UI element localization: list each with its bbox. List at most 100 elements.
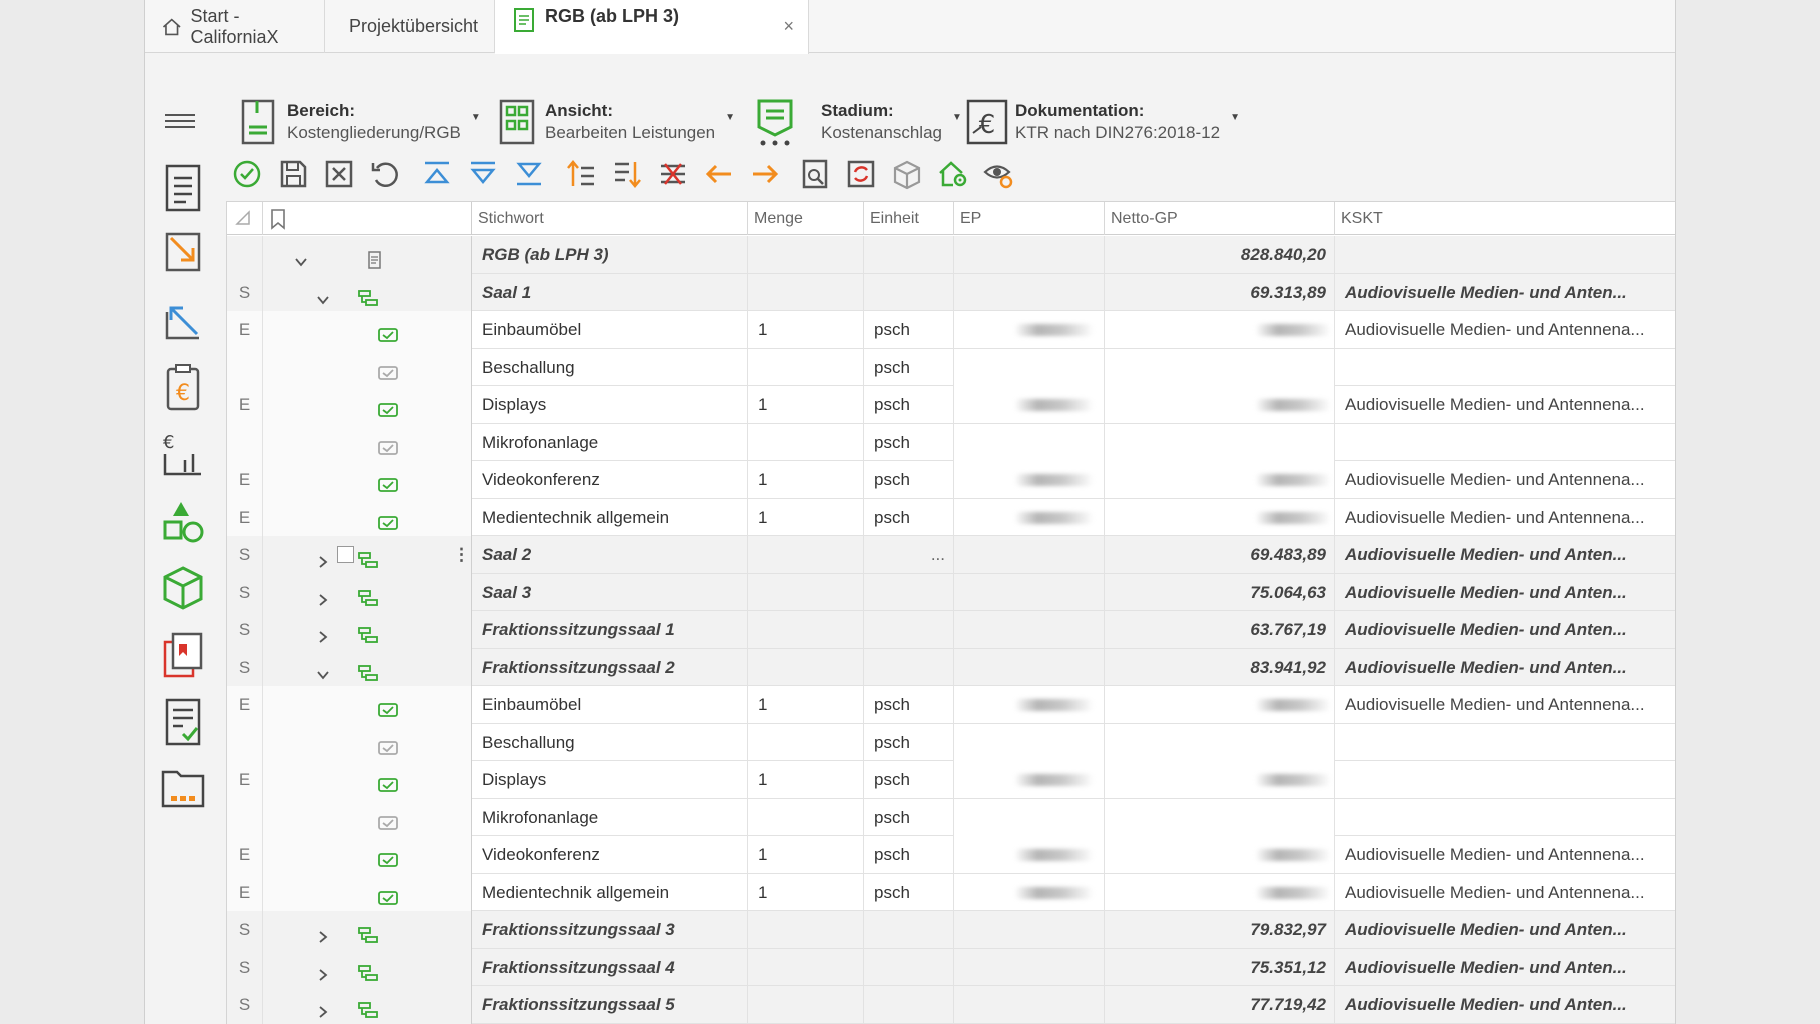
group-row[interactable]: S Fraktionssitzungssaal 2 83.941,92 Audiovi…	[227, 648, 1675, 687]
chevron-right-icon[interactable]	[315, 584, 331, 606]
kskt-cell[interactable]: Audiovisuelle Medien- und Antennena...	[1335, 874, 1675, 912]
ep-cell[interactable]	[954, 686, 1105, 724]
kskt-cell[interactable]: Audiovisuelle Medien- und Antennena...	[1335, 499, 1675, 537]
stichwort-cell[interactable]: Saal 1	[472, 273, 748, 311]
stichwort-cell[interactable]: Saal 3	[472, 573, 748, 611]
einheit-cell[interactable]	[864, 573, 954, 611]
stichwort-cell[interactable]: Beschallung	[472, 348, 748, 386]
kskt-cell[interactable]: Audiovisuelle Medien- und Anten...	[1335, 611, 1675, 649]
einheit-cell[interactable]: psch	[864, 423, 954, 461]
stichwort-cell[interactable]: Medientechnik allgemein	[472, 498, 748, 536]
netto-gp-cell[interactable]: 69.313,89	[1105, 273, 1335, 311]
netto-gp-cell[interactable]	[1105, 423, 1335, 461]
menge-cell[interactable]: 1	[748, 761, 864, 799]
menge-cell[interactable]	[748, 611, 864, 649]
ep-cell[interactable]	[954, 723, 1105, 761]
table-row[interactable]: Beschallung psch	[227, 348, 1675, 387]
col-header-netto-gp[interactable]: Netto-GP	[1105, 202, 1335, 235]
kskt-cell[interactable]	[1335, 424, 1675, 462]
col-header-menge[interactable]: Menge	[748, 202, 864, 235]
einheit-cell[interactable]: psch	[864, 686, 954, 724]
ep-cell[interactable]	[954, 986, 1105, 1024]
menge-cell[interactable]: 1	[748, 311, 864, 349]
export-arrow-icon[interactable]	[159, 294, 207, 346]
menge-cell[interactable]	[748, 236, 864, 274]
kskt-cell[interactable]: Audiovisuelle Medien- und Anten...	[1335, 649, 1675, 687]
menge-cell[interactable]: 1	[748, 873, 864, 911]
chevron-down-icon[interactable]	[315, 659, 331, 679]
menge-cell[interactable]	[748, 911, 864, 949]
group-row[interactable]: S ⋮ Saal 2... 69.483,89 Audiovisuelle Medien…	[227, 536, 1675, 574]
document-list-icon[interactable]	[159, 162, 207, 214]
kskt-cell[interactable]: Audiovisuelle Medien- und Anten...	[1335, 911, 1675, 949]
indent-up-icon[interactable]	[565, 158, 597, 190]
ep-cell[interactable]	[954, 536, 1105, 574]
confirm-check-icon[interactable]	[231, 158, 263, 190]
kskt-cell[interactable]	[1335, 799, 1675, 837]
stichwort-cell[interactable]: RGB (ab LPH 3)	[472, 236, 748, 274]
kskt-cell[interactable]: Audiovisuelle Medien- und Antennena...	[1335, 836, 1675, 874]
netto-gp-cell[interactable]: 77.719,42	[1105, 986, 1335, 1024]
kskt-cell[interactable]: Audiovisuelle Medien- und Anten...	[1335, 574, 1675, 612]
einheit-cell[interactable]: psch	[864, 836, 954, 874]
kskt-cell[interactable]: Audiovisuelle Medien- und Antennena...	[1335, 461, 1675, 499]
kskt-cell[interactable]	[1335, 724, 1675, 762]
einheit-cell[interactable]	[864, 236, 954, 274]
row-checkbox[interactable]	[337, 546, 354, 563]
stichwort-cell[interactable]: Einbaumöbel	[472, 686, 748, 724]
chevron-right-icon[interactable]	[315, 621, 331, 643]
netto-gp-cell[interactable]	[1105, 723, 1335, 761]
menge-cell[interactable]: 1	[748, 461, 864, 499]
close-tab-button[interactable]: ×	[783, 16, 794, 37]
ep-cell[interactable]	[954, 498, 1105, 536]
ep-cell[interactable]	[954, 948, 1105, 986]
box-icon[interactable]	[891, 158, 923, 190]
stichwort-cell[interactable]: Fraktionssitzungssaal 4	[472, 948, 748, 986]
einheit-cell[interactable]	[864, 986, 954, 1024]
group-row[interactable]: S Fraktionssitzungssaal 3 79.832,97 Audiovi…	[227, 911, 1675, 949]
kskt-cell[interactable]	[1335, 761, 1675, 799]
chevron-right-icon[interactable]	[315, 546, 331, 568]
arrow-left-icon[interactable]	[703, 158, 735, 190]
kskt-cell[interactable]	[1335, 349, 1675, 387]
kskt-cell[interactable]: Audiovisuelle Medien- und Anten...	[1335, 986, 1675, 1024]
stichwort-cell[interactable]: Medientechnik allgemein	[472, 873, 748, 911]
kskt-cell[interactable]: Audiovisuelle Medien- und Anten...	[1335, 536, 1675, 574]
stichwort-cell[interactable]: Saal 2	[472, 536, 748, 574]
chevron-down-icon[interactable]	[315, 284, 331, 304]
ep-cell[interactable]	[954, 836, 1105, 874]
stichwort-cell[interactable]: Mikrofonanlage	[472, 423, 748, 461]
folder-more-icon[interactable]	[159, 762, 207, 814]
chevron-right-icon[interactable]	[315, 921, 331, 943]
netto-gp-cell[interactable]	[1105, 798, 1335, 836]
ep-cell[interactable]	[954, 236, 1105, 274]
bereich-selector[interactable]: Bereich: Kostengliederung/RGB ▼	[237, 94, 481, 150]
kskt-cell[interactable]: Audiovisuelle Medien- und Antennena...	[1335, 386, 1675, 424]
ep-cell[interactable]	[954, 911, 1105, 949]
cost-chart-icon[interactable]: €	[159, 428, 207, 480]
einheit-cell[interactable]: psch	[864, 348, 954, 386]
table-row[interactable]: Mikrofonanlage psch	[227, 798, 1675, 837]
einheit-cell[interactable]	[864, 948, 954, 986]
ep-cell[interactable]	[954, 311, 1105, 349]
menge-cell[interactable]: 1	[748, 386, 864, 424]
table-row[interactable]: Beschallung psch	[227, 723, 1675, 762]
kskt-cell[interactable]: Audiovisuelle Medien- und Anten...	[1335, 274, 1675, 312]
move-down-icon[interactable]	[467, 158, 499, 190]
ep-cell[interactable]	[954, 648, 1105, 686]
einheit-cell[interactable]: psch	[864, 311, 954, 349]
table-row[interactable]: E Medientechnik allgemein 1 psch Audiovisuel…	[227, 873, 1675, 912]
cancel-icon[interactable]	[323, 158, 355, 190]
netto-gp-cell[interactable]: 75.351,12	[1105, 948, 1335, 986]
table-row[interactable]: E Medientechnik allgemein 1 psch Audiovisuel…	[227, 498, 1675, 537]
ep-cell[interactable]	[954, 873, 1105, 911]
netto-gp-cell[interactable]	[1105, 348, 1335, 386]
dokumentation-selector[interactable]: € Dokumentation: KTR nach DIN276:2018-12…	[965, 94, 1240, 150]
stichwort-cell[interactable]: Fraktionssitzungssaal 3	[472, 911, 748, 949]
menge-cell[interactable]	[748, 573, 864, 611]
netto-gp-cell[interactable]: 79.832,97	[1105, 911, 1335, 949]
indent-down-icon[interactable]	[611, 158, 643, 190]
einheit-cell[interactable]	[864, 648, 954, 686]
einheit-cell[interactable]: psch	[864, 761, 954, 799]
stichwort-cell[interactable]: Mikrofonanlage	[472, 798, 748, 836]
